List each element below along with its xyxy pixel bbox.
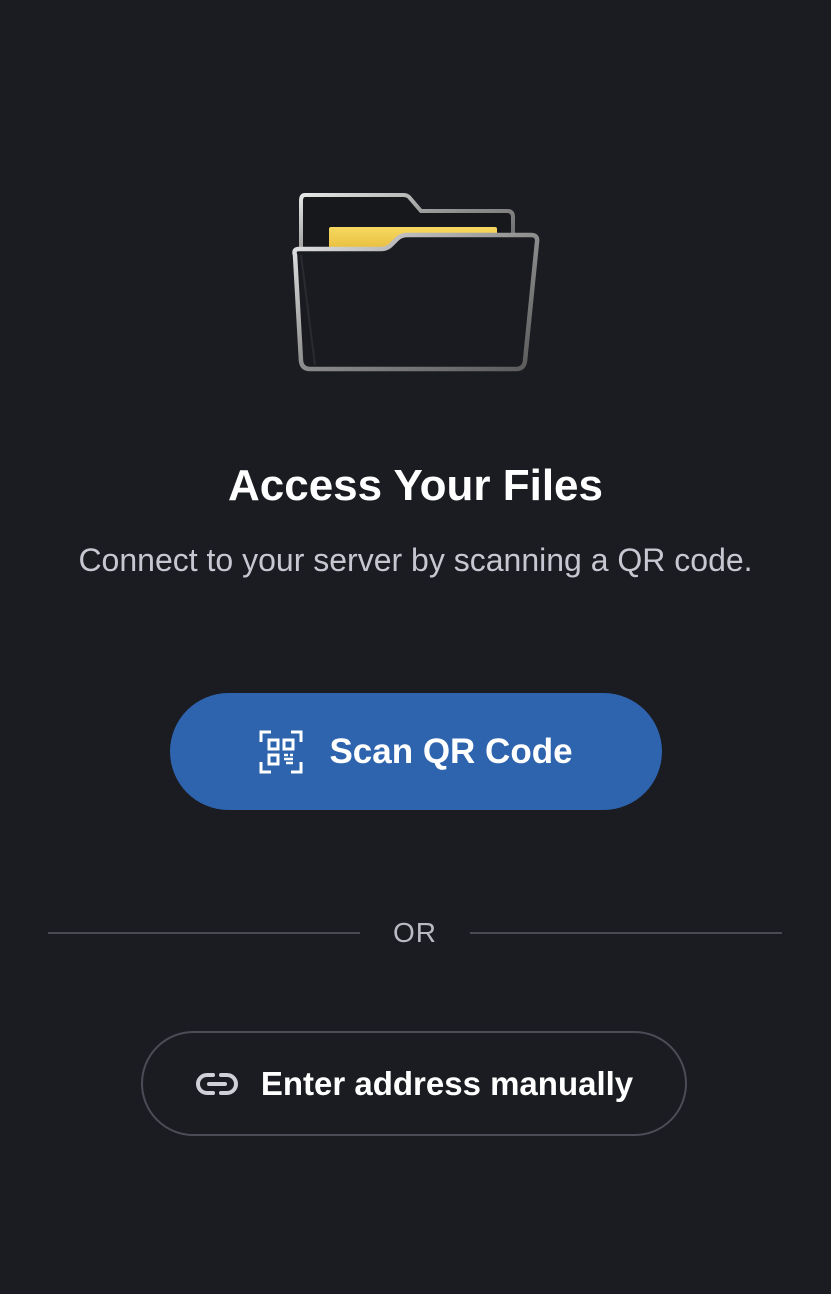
- page-subtitle: Connect to your server by scanning a QR …: [78, 542, 753, 578]
- connect-screen: Access Your Files Connect to your server…: [0, 0, 831, 1294]
- enter-address-manually-label: Enter address manually: [260, 1064, 634, 1102]
- enter-address-manually-button[interactable]: Enter address manually: [141, 1031, 687, 1136]
- scan-qr-code-button[interactable]: Scan QR Code: [170, 693, 662, 810]
- link-icon: [195, 1062, 239, 1106]
- or-separator-text: OR: [393, 917, 437, 948]
- or-divider: OR: [48, 910, 782, 956]
- scan-qr-code-label: Scan QR Code: [329, 731, 573, 771]
- folder-open-icon: [285, 185, 545, 380]
- page-title: Access Your Files: [227, 461, 603, 510]
- qr-code-scanner-icon: [259, 730, 303, 774]
- divider-line-right: [470, 932, 782, 934]
- divider-line-left: [48, 932, 360, 934]
